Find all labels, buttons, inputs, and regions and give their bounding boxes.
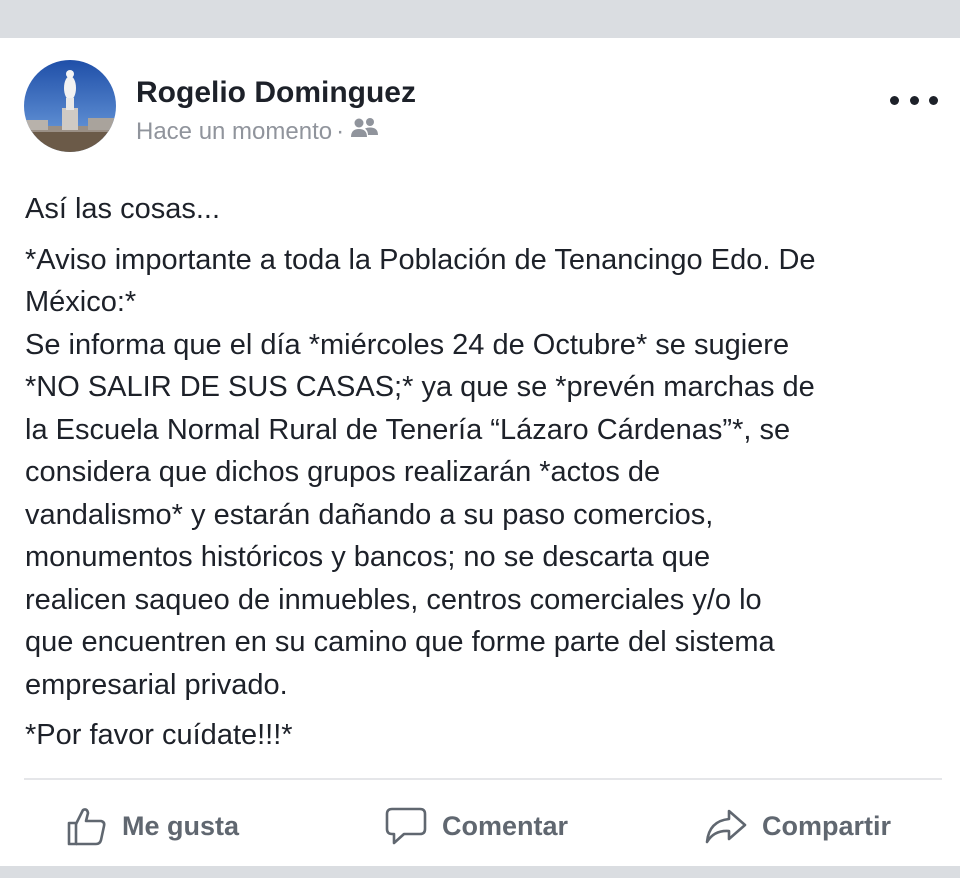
avatar[interactable]: [24, 60, 116, 152]
post-intro: Así las cosas...: [25, 193, 221, 225]
post-body-line: la Escuela Normal Rural de Tenería “Láza…: [25, 413, 791, 446]
post-text: Así las cosas... *Aviso importante a tod…: [25, 188, 950, 757]
more-dot: [890, 95, 899, 105]
post-closing: *Por favor cuídate!!!*: [25, 719, 293, 751]
post-card: Rogelio Dominguez Hace un momento · Así …: [0, 38, 960, 866]
post-body-line: *Aviso importante a toda la Población de…: [25, 243, 816, 276]
more-options-icon[interactable]: [890, 90, 938, 110]
more-dot: [909, 95, 919, 105]
share-icon: [705, 809, 747, 844]
comment-button[interactable]: Comentar: [384, 796, 568, 856]
share-button[interactable]: Compartir: [704, 796, 891, 856]
comment-label: Comentar: [442, 810, 569, 841]
post-meta: Hace un momento ·: [136, 116, 380, 147]
actions-divider: [24, 778, 942, 780]
post-body-line: vandalismo* y estarán dañando a su paso …: [25, 498, 714, 531]
post-body-line: empresarial privado.: [25, 668, 288, 701]
post-body-line: monumentos históricos y bancos; no se de…: [25, 541, 711, 573]
timestamp[interactable]: Hace un momento: [136, 118, 332, 146]
friends-icon[interactable]: [350, 116, 380, 147]
post-body-line: realicen saqueo de inmuebles, centros co…: [25, 583, 762, 616]
thumbs-up-icon: [67, 808, 106, 846]
avatar-image: [24, 60, 116, 152]
like-button[interactable]: Me gusta: [66, 796, 239, 856]
author-name[interactable]: Rogelio Dominguez: [136, 76, 416, 110]
share-label: Compartir: [762, 810, 892, 841]
post-body-line: que encuentren en su camino que forme pa…: [25, 626, 775, 658]
comment-icon: [385, 807, 427, 845]
post-actions-bar: Me gusta Comentar Compartir: [0, 796, 960, 856]
post-body-line: considera que dichos grupos realizarán *…: [25, 456, 661, 488]
more-dot: [929, 95, 938, 105]
post-body: *Aviso importante a toda la Población de…: [25, 239, 950, 707]
meta-separator: ·: [336, 117, 345, 145]
like-label: Me gusta: [122, 810, 240, 841]
post-body-line: *NO SALIR DE SUS CASAS;* ya que se *prev…: [25, 371, 815, 403]
post-body-line: Se informa que el día *miércoles 24 de O…: [25, 328, 790, 361]
post-body-line: México:*: [25, 286, 137, 318]
